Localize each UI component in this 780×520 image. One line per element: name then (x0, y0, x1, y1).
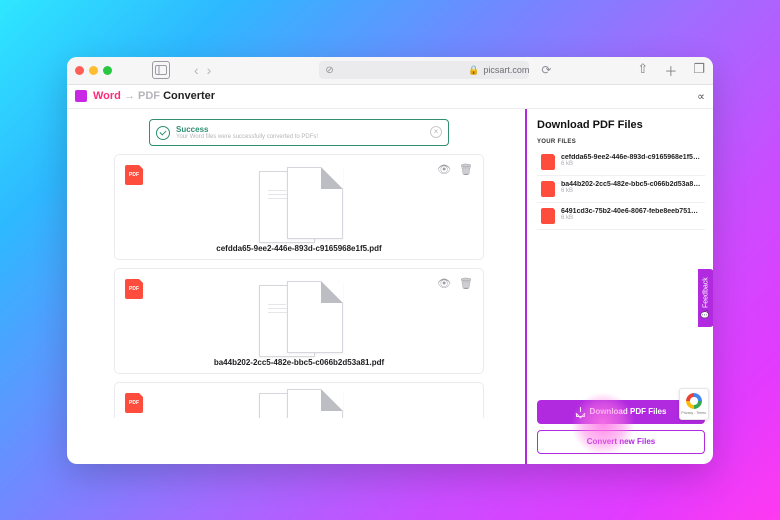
shield-icon: ⊘ (325, 65, 333, 76)
convert-new-button[interactable]: Convert new Files (537, 430, 705, 454)
page-share-icon[interactable]: ∝ (697, 90, 705, 103)
share-button[interactable]: ⇧ (637, 61, 648, 80)
reload-button[interactable]: ⟳ (541, 63, 551, 77)
url-host: picsart.com (483, 65, 529, 75)
pdf-file-icon (541, 181, 555, 197)
app-header: Word → PDF Converter ∝ (67, 85, 713, 109)
download-panel: Download PDF Files YOUR FILES cefdda65-9… (525, 109, 713, 464)
minimize-window-button[interactable] (89, 66, 98, 75)
new-tab-button[interactable]: ＋ (664, 61, 677, 80)
recaptcha-icon (686, 393, 702, 409)
download-icon (576, 407, 585, 416)
browser-chrome: ‹ › ⊘ 🔒 picsart.com ⟳ ⇧ ＋ ❐ (67, 57, 713, 85)
preview-filename: ba44b202-2cc5-482e-bbc5-c066b2d53a81.pdf (125, 358, 473, 367)
nav-arrows: ‹ › (194, 63, 211, 77)
file-item[interactable]: ba44b202-2cc5-482e-bbc5-c066b2d53a81.pdf… (537, 176, 705, 203)
chat-icon: 💬 (702, 310, 710, 319)
back-button[interactable]: ‹ (194, 63, 199, 77)
page-title: Word → PDF Converter (93, 90, 215, 102)
pdf-badge-icon: PDF (125, 393, 143, 413)
doc-thumbnail (249, 287, 349, 352)
banner-title: Success (176, 125, 440, 134)
browser-window: ‹ › ⊘ 🔒 picsart.com ⟳ ⇧ ＋ ❐ Word → PDF C… (67, 57, 713, 464)
doc-thumbnail (249, 173, 349, 238)
your-files-label: YOUR FILES (537, 139, 705, 145)
success-banner: Success Your Word files were successfull… (149, 119, 449, 146)
banner-close-button[interactable]: × (430, 126, 442, 138)
doc-thumbnail (249, 395, 349, 418)
preview-card: PDF 👁 🗑 cefdda65-9ee2-446e-893d-c9165968… (114, 154, 484, 260)
feedback-tab[interactable]: 💬 Feedback (698, 269, 713, 327)
pdf-file-icon (541, 208, 555, 224)
pdf-file-icon (541, 154, 555, 170)
lock-icon: 🔒 (468, 65, 479, 76)
preview-eye-icon[interactable]: 👁 (437, 277, 451, 290)
preview-card: PDF 👁 🗑 ba44b202-2cc5-482e-bbc5-c066b2d5… (114, 268, 484, 374)
tabs-button[interactable]: ❐ (693, 61, 705, 80)
file-name: 6491cd3c-75b2-40e6-8067-febe8eeb7516.pdf (561, 208, 701, 215)
maximize-window-button[interactable] (103, 66, 112, 75)
brand-logo-icon (75, 90, 87, 102)
recaptcha-badge[interactable]: Privacy - Terms (679, 388, 709, 420)
file-size: 6 kB (561, 188, 701, 194)
file-item[interactable]: 6491cd3c-75b2-40e6-8067-febe8eeb7516.pdf… (537, 203, 705, 230)
check-circle-icon (156, 126, 170, 140)
file-name: cefdda65-9ee2-446e-893d-c9165968e1f5.pdf (561, 154, 701, 161)
pdf-badge-icon: PDF (125, 165, 143, 185)
close-window-button[interactable] (75, 66, 84, 75)
pdf-badge-icon: PDF (125, 279, 143, 299)
banner-subtitle: Your Word files were successfully conver… (176, 134, 440, 140)
delete-trash-icon[interactable]: 🗑 (459, 163, 473, 176)
file-size: 6 kB (561, 215, 701, 221)
traffic-lights (75, 66, 112, 75)
address-bar[interactable]: ⊘ 🔒 picsart.com ⟳ (319, 61, 529, 79)
preview-card: PDF (114, 382, 484, 418)
preview-eye-icon[interactable]: 👁 (437, 163, 451, 176)
download-heading: Download PDF Files (537, 119, 705, 131)
forward-button[interactable]: › (207, 63, 212, 77)
delete-trash-icon[interactable]: 🗑 (459, 277, 473, 290)
preview-pane: Success Your Word files were successfull… (67, 109, 525, 464)
sidebar-toggle-button[interactable] (152, 61, 170, 79)
preview-filename: cefdda65-9ee2-446e-893d-c9165968e1f5.pdf (125, 244, 473, 253)
file-name: ba44b202-2cc5-482e-bbc5-c066b2d53a81.pdf (561, 181, 701, 188)
file-item[interactable]: cefdda65-9ee2-446e-893d-c9165968e1f5.pdf… (537, 149, 705, 176)
file-size: 6 kB (561, 161, 701, 167)
